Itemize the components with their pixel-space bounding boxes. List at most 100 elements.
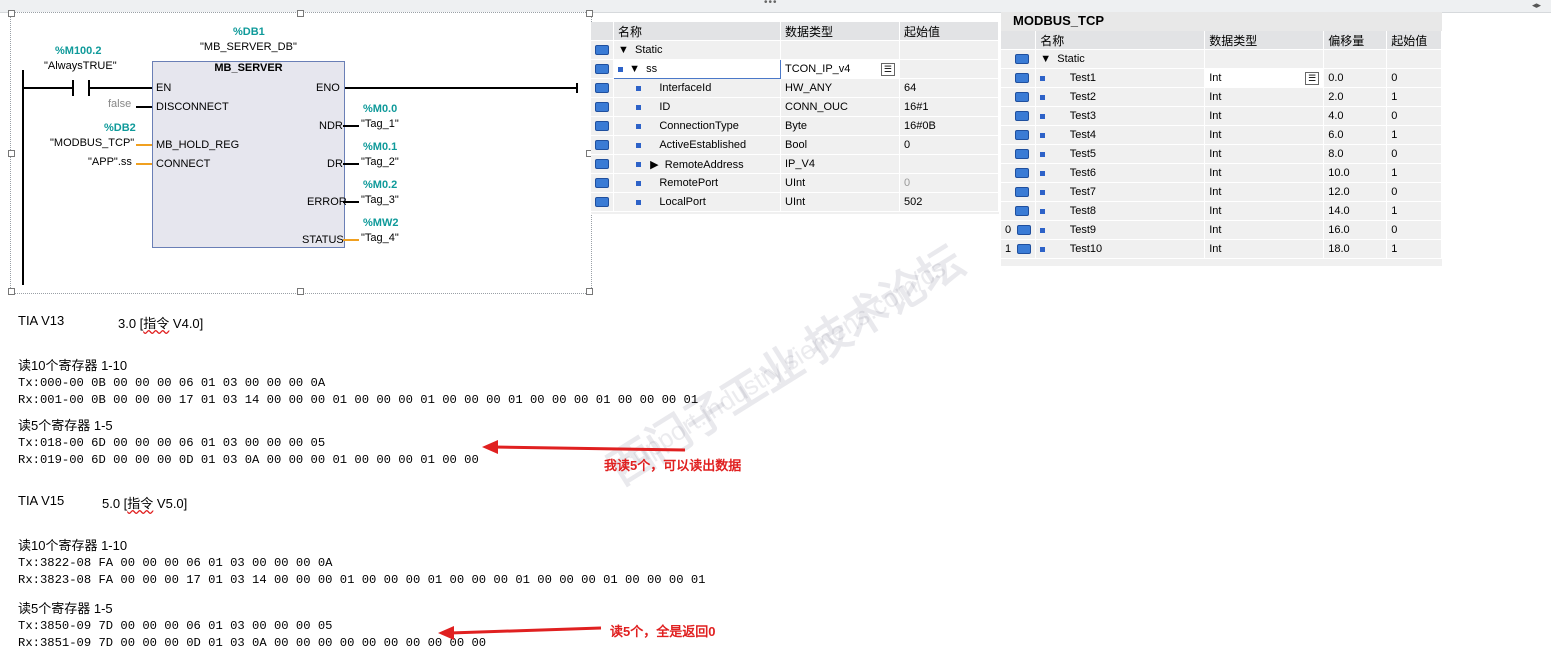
- row-type: Bool: [780, 135, 900, 155]
- member-icon: [1040, 227, 1046, 233]
- col-header-name[interactable]: 名称: [613, 22, 781, 41]
- row-start-value[interactable]: 0: [899, 173, 999, 193]
- member-icon: [636, 162, 641, 168]
- hold-reg-name[interactable]: "MODBUS_TCP": [50, 137, 134, 149]
- row-start-value[interactable]: 0: [1386, 106, 1442, 126]
- row-start-value[interactable]: 1: [1386, 239, 1442, 259]
- v15-version: 5.0 [指令 V5.0]: [102, 496, 188, 511]
- row-type: HW_ANY: [780, 78, 900, 98]
- connect-param[interactable]: "APP".ss: [88, 156, 132, 168]
- row-type: Int: [1209, 71, 1222, 84]
- table-row[interactable]: Test5 Int 8.0 0: [1001, 144, 1442, 164]
- resize-handle[interactable]: [586, 288, 593, 295]
- row-start-value[interactable]: 16#1: [899, 97, 999, 117]
- status-wire: [343, 239, 359, 241]
- pin-mb-hold-reg: MB_HOLD_REG: [156, 139, 240, 151]
- disconnect-value[interactable]: false: [108, 98, 131, 110]
- col-header-type[interactable]: 数据类型: [1204, 31, 1325, 50]
- row-name: RemoteAddress: [664, 158, 744, 171]
- db-row-icon: [1015, 149, 1029, 160]
- collapse-arrows-icon[interactable]: ◂▸: [1532, 0, 1541, 11]
- rx-line: Rx:3851-09 7D 00 00 00 0D 01 03 0A 00 00…: [18, 636, 487, 650]
- row-start-value[interactable]: 16#0B: [899, 116, 999, 136]
- col-header-start[interactable]: 起始值: [1386, 31, 1442, 50]
- splitter-grip-icon[interactable]: •••: [764, 0, 778, 8]
- table-row[interactable]: ▼ Static: [1001, 49, 1442, 69]
- table-row[interactable]: Test8 Int 14.0 1: [1001, 201, 1442, 221]
- table-row[interactable]: ▼ Static: [591, 40, 999, 60]
- col-header-name[interactable]: 名称: [1035, 31, 1206, 50]
- contact-left-bar[interactable]: [72, 80, 74, 96]
- row-offset: 4.0: [1323, 106, 1388, 126]
- resize-handle[interactable]: [297, 10, 304, 17]
- error-wire: [343, 201, 359, 203]
- expand-arrow-icon[interactable]: ▼: [618, 44, 629, 56]
- row-start-value[interactable]: 1: [1386, 125, 1442, 145]
- row-start-value[interactable]: 1: [1386, 87, 1442, 107]
- resize-handle[interactable]: [8, 150, 15, 157]
- row-type: Int: [1204, 163, 1325, 183]
- table-row[interactable]: Test3 Int 4.0 0: [1001, 106, 1442, 126]
- output-tag[interactable]: "Tag_1": [361, 118, 399, 130]
- row-start-value[interactable]: 0: [1386, 220, 1442, 240]
- table-row[interactable]: ActiveEstablished Bool 0: [591, 135, 999, 155]
- table-row[interactable]: 1 Test10 Int 18.0 1: [1001, 239, 1442, 259]
- row-type: Int: [1204, 182, 1325, 202]
- output-tag[interactable]: "Tag_3": [361, 194, 399, 206]
- resize-handle[interactable]: [8, 288, 15, 295]
- col-header-start[interactable]: 起始值: [899, 22, 999, 41]
- expand-arrow-icon[interactable]: ▼: [1040, 53, 1051, 65]
- rung-wire: [90, 87, 152, 89]
- table-row[interactable]: Test6 Int 10.0 1: [1001, 163, 1442, 183]
- db-row-icon: [595, 121, 609, 132]
- table-row[interactable]: Test2 Int 2.0 1: [1001, 87, 1442, 107]
- type-picker-icon[interactable]: ☰: [1305, 71, 1320, 85]
- row-offset: 6.0: [1323, 125, 1388, 145]
- row-name: Test4: [1069, 129, 1096, 141]
- table-row[interactable]: LocalPort UInt 502: [591, 192, 999, 212]
- row-start-value[interactable]: 1: [1386, 201, 1442, 221]
- row-start-value[interactable]: 0: [1386, 182, 1442, 202]
- output-tag[interactable]: "Tag_2": [361, 156, 399, 168]
- rx-line: Rx:3823-08 FA 00 00 00 17 01 03 14 00 00…: [18, 573, 706, 587]
- row-start-value[interactable]: 0: [1386, 68, 1442, 88]
- db-row-icon: [595, 140, 609, 151]
- table-row[interactable]: ID CONN_OUC 16#1: [591, 97, 999, 117]
- db-name[interactable]: "MB_SERVER_DB": [200, 41, 297, 53]
- table-row[interactable]: InterfaceId HW_ANY 64: [591, 78, 999, 98]
- db-address: %DB1: [233, 26, 265, 38]
- row-type: UInt: [780, 173, 900, 193]
- expand-arrow-icon[interactable]: ▶: [650, 159, 658, 171]
- col-header-type[interactable]: 数据类型: [780, 22, 900, 41]
- member-icon: [1040, 151, 1046, 157]
- row-start-value[interactable]: 0: [1386, 144, 1442, 164]
- table-row[interactable]: Test1 Int ☰ 0.0 0: [1001, 68, 1442, 88]
- col-header-offset[interactable]: 偏移量: [1323, 31, 1388, 50]
- resize-handle[interactable]: [586, 10, 593, 17]
- expand-arrow-icon[interactable]: ▼: [629, 63, 640, 75]
- output-tag[interactable]: "Tag_4": [361, 232, 399, 244]
- table-row[interactable]: ConnectionType Byte 16#0B: [591, 116, 999, 136]
- member-icon: [636, 180, 641, 186]
- table-row[interactable]: Test4 Int 6.0 1: [1001, 125, 1442, 145]
- table-row[interactable]: Test7 Int 12.0 0: [1001, 182, 1442, 202]
- row-start-value[interactable]: 502: [899, 192, 999, 212]
- member-icon: [1040, 246, 1046, 252]
- type-picker-icon[interactable]: ☰: [880, 62, 895, 76]
- tx-line: Tx:018-00 6D 00 00 00 06 01 03 00 00 00 …: [18, 436, 326, 450]
- resize-handle[interactable]: [297, 288, 304, 295]
- resize-handle[interactable]: [8, 10, 15, 17]
- member-icon: [1040, 75, 1046, 81]
- table-row[interactable]: ▼ ss TCON_IP_v4 ☰: [591, 59, 999, 79]
- row-start-value[interactable]: 0: [899, 135, 999, 155]
- table-row[interactable]: 0 Test9 Int 16.0 0: [1001, 220, 1442, 240]
- row-start-value[interactable]: 1: [1386, 163, 1442, 183]
- row-start-value[interactable]: [899, 154, 999, 174]
- row-offset: 16.0: [1323, 220, 1388, 240]
- db-row-icon: [595, 64, 609, 75]
- table-row[interactable]: ▶ RemoteAddress IP_V4: [591, 154, 999, 174]
- db-row-icon: [1015, 73, 1029, 84]
- contact-name[interactable]: "AlwaysTRUE": [44, 60, 117, 72]
- row-start-value[interactable]: 64: [899, 78, 999, 98]
- table-row[interactable]: RemotePort UInt 0: [591, 173, 999, 193]
